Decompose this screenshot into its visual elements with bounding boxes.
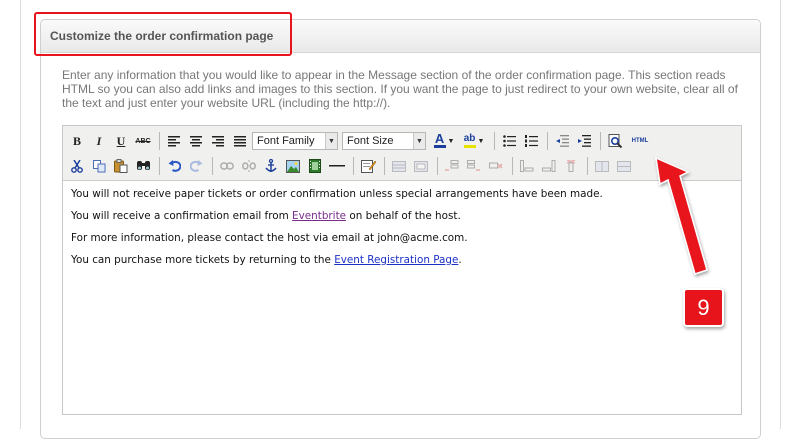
merge-cells-icon[interactable] xyxy=(592,156,612,176)
toolbar-separator xyxy=(159,157,160,175)
link-icon[interactable] xyxy=(217,156,237,176)
content-line: For more information, please contact the… xyxy=(71,232,468,244)
editor-content[interactable]: You will not receive paper tickets or or… xyxy=(71,188,731,276)
align-center-icon[interactable] xyxy=(186,131,206,151)
table-icon[interactable] xyxy=(389,156,409,176)
bold-icon[interactable]: B xyxy=(67,131,87,151)
font-family-select[interactable]: Font Family ▼ xyxy=(252,132,338,150)
image-icon[interactable] xyxy=(283,156,303,176)
split-cells-icon[interactable] xyxy=(614,156,634,176)
redo-icon[interactable] xyxy=(186,156,206,176)
toolbar-separator xyxy=(512,157,513,175)
insert-col-before-icon[interactable] xyxy=(517,156,537,176)
font-size-label: Font Size xyxy=(347,135,394,147)
undo-icon[interactable] xyxy=(164,156,184,176)
bullet-list-icon[interactable] xyxy=(499,131,519,151)
text-color-icon[interactable]: A ▼ xyxy=(430,131,458,151)
title-highlight-box xyxy=(34,12,292,56)
align-right-icon[interactable] xyxy=(208,131,228,151)
preview-icon[interactable] xyxy=(605,131,625,151)
toolbar-separator xyxy=(494,132,495,150)
media-icon[interactable] xyxy=(305,156,325,176)
align-left-icon[interactable] xyxy=(164,131,184,151)
underline-icon[interactable]: U xyxy=(111,131,131,151)
font-size-select[interactable]: Font Size ▼ xyxy=(342,132,426,150)
toolbar-separator xyxy=(353,157,354,175)
content-line: You can purchase more tickets by returni… xyxy=(71,254,462,266)
unlink-icon[interactable] xyxy=(239,156,259,176)
strikethrough-icon[interactable]: ABC xyxy=(133,131,153,151)
paste-icon[interactable] xyxy=(111,156,131,176)
font-family-label: Font Family xyxy=(257,135,315,147)
toolbar-separator xyxy=(384,157,385,175)
html-source-icon[interactable]: HTML xyxy=(627,131,653,151)
outdent-icon[interactable] xyxy=(552,131,572,151)
content-line: You will not receive paper tickets or or… xyxy=(71,188,603,200)
toolbar-separator xyxy=(437,157,438,175)
toolbar-separator xyxy=(600,132,601,150)
align-justify-icon[interactable] xyxy=(230,131,250,151)
table-props-icon[interactable] xyxy=(411,156,431,176)
insert-col-after-icon[interactable] xyxy=(539,156,559,176)
editor-toolbar: B I U ABC Font Family ▼ Font Size ▼ A ▼ … xyxy=(63,126,741,181)
toolbar-separator xyxy=(587,157,588,175)
delete-col-icon[interactable] xyxy=(561,156,581,176)
toolbar-separator xyxy=(212,157,213,175)
step-badge: 9 xyxy=(683,288,724,327)
find-icon[interactable] xyxy=(133,156,153,176)
highlight-color-icon[interactable]: ab ▼ xyxy=(460,131,488,151)
content-line: You will receive a confirmation email fr… xyxy=(71,210,461,222)
cut-icon[interactable] xyxy=(67,156,87,176)
insert-row-after-icon[interactable] xyxy=(464,156,484,176)
chevron-down-icon: ▼ xyxy=(325,133,337,149)
toolbar-separator xyxy=(159,132,160,150)
eventbrite-link[interactable]: Eventbrite xyxy=(292,210,346,222)
event-registration-link[interactable]: Event Registration Page xyxy=(334,254,458,266)
italic-icon[interactable]: I xyxy=(89,131,109,151)
chevron-down-icon: ▼ xyxy=(413,133,425,149)
anchor-icon[interactable] xyxy=(261,156,281,176)
delete-row-icon[interactable] xyxy=(486,156,506,176)
indent-icon[interactable] xyxy=(574,131,594,151)
toolbar-separator xyxy=(547,132,548,150)
edit-icon[interactable] xyxy=(358,156,378,176)
copy-icon[interactable] xyxy=(89,156,109,176)
numbered-list-icon[interactable] xyxy=(521,131,541,151)
horizontal-rule-icon[interactable] xyxy=(327,156,347,176)
rich-text-editor[interactable]: B I U ABC Font Family ▼ Font Size ▼ A ▼ … xyxy=(62,125,742,415)
insert-row-before-icon[interactable] xyxy=(442,156,462,176)
panel-description: Enter any information that you would lik… xyxy=(62,68,738,110)
